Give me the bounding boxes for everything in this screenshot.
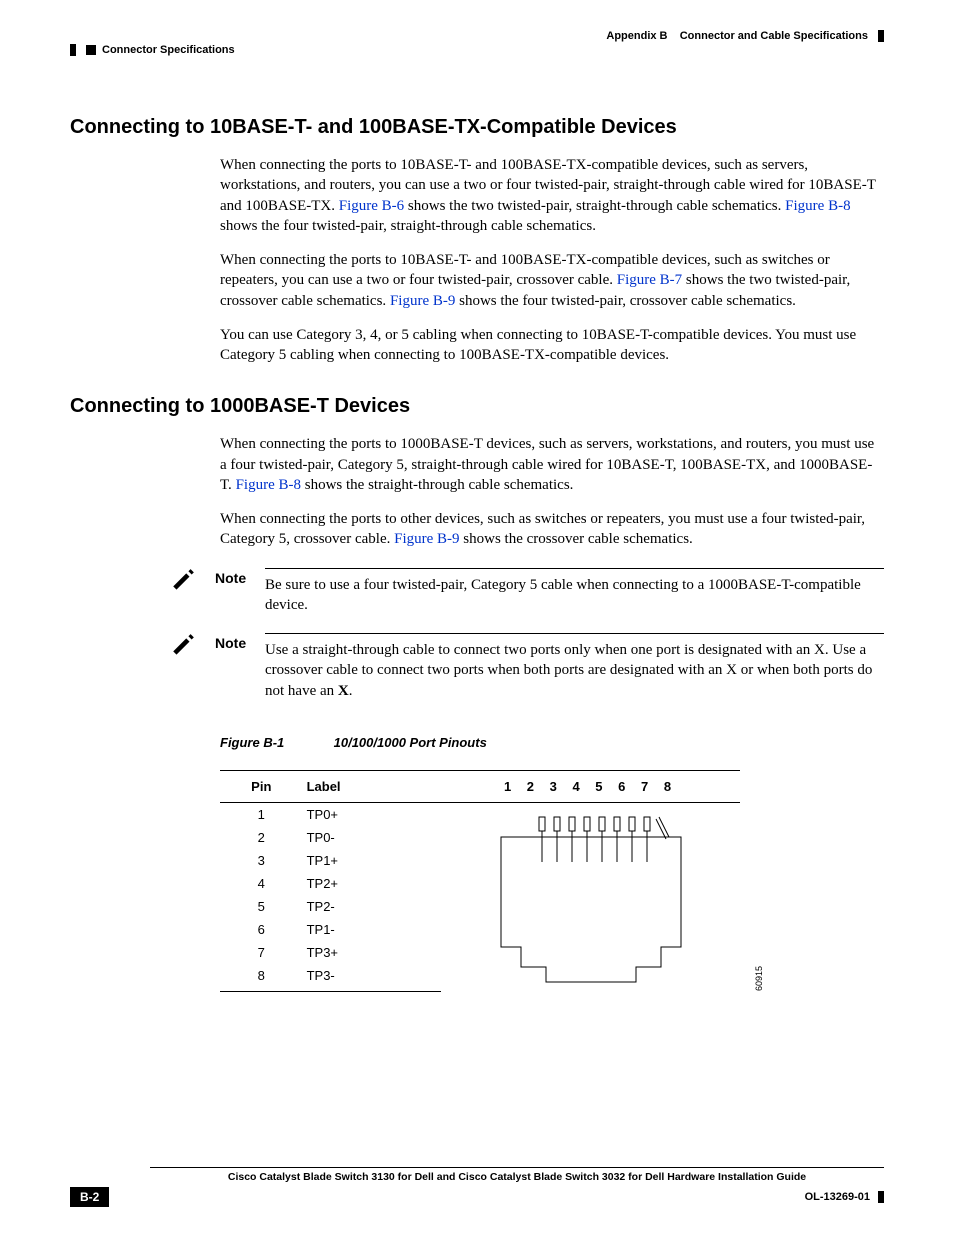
pin-cell: 1 [220, 802, 303, 826]
connector-diagram: 60915 [441, 802, 740, 991]
page-number: B-2 [70, 1187, 109, 1207]
figure-link-b9-2[interactable]: Figure B-9 [394, 531, 459, 547]
pencil-icon [170, 633, 215, 701]
pin-cell: 7 [220, 941, 303, 964]
label-cell: TP3- [303, 964, 441, 992]
pin-cell: 6 [220, 918, 303, 941]
figure-link-b9[interactable]: Figure B-9 [390, 293, 455, 309]
chapter-title: Connector and Cable Specifications [680, 30, 868, 42]
label-cell: TP1- [303, 918, 441, 941]
pencil-icon [170, 568, 215, 616]
body-text-block-2: When connecting the ports to 1000BASE-T … [220, 434, 884, 549]
document-id: OL-13269-01 [805, 1191, 884, 1203]
note-block-2: Note Use a straight-through cable to con… [170, 633, 884, 701]
figure-number: Figure B-1 [220, 735, 330, 750]
pin-cell: 4 [220, 872, 303, 895]
column-header-diagram: 1 2 3 4 5 6 7 8 [441, 770, 740, 802]
label-cell: TP2+ [303, 872, 441, 895]
column-header-label: Label [303, 770, 441, 802]
note-block-1: Note Be sure to use a four twisted-pair,… [170, 568, 884, 616]
figure-title: 10/100/1000 Port Pinouts [334, 735, 487, 750]
paragraph: When connecting the ports to other devic… [220, 509, 884, 550]
pin-cell: 3 [220, 849, 303, 872]
note-label: Note [215, 633, 265, 701]
column-header-pin: Pin [220, 770, 303, 802]
pinout-table: Pin Label 1 2 3 4 5 6 7 8 1TP0+ 609152TP… [220, 770, 740, 992]
label-cell: TP0+ [303, 802, 441, 826]
note-body: Be sure to use a four twisted-pair, Cate… [265, 568, 884, 616]
running-header-right: Appendix B Connector and Cable Specifica… [70, 30, 884, 42]
pin-cell: 5 [220, 895, 303, 918]
body-text-block-1: When connecting the ports to 10BASE-T- a… [220, 155, 884, 365]
section-label: Connector Specifications [102, 44, 235, 56]
figure-link-b7[interactable]: Figure B-7 [617, 272, 682, 288]
label-cell: TP2- [303, 895, 441, 918]
footer-guide-title: Cisco Catalyst Blade Switch 3130 for Del… [150, 1167, 884, 1183]
note-body: Use a straight-through cable to connect … [265, 633, 884, 701]
note-label: Note [215, 568, 265, 616]
appendix-label: Appendix B [606, 30, 667, 42]
running-header-left: Connector Specifications [70, 44, 884, 56]
label-cell: TP0- [303, 826, 441, 849]
pin-cell: 8 [220, 964, 303, 992]
figure-block: Figure B-1 10/100/1000 Port Pinouts Pin … [220, 735, 884, 992]
label-cell: TP1+ [303, 849, 441, 872]
table-row: 1TP0+ 60915 [220, 802, 740, 826]
paragraph: You can use Category 3, 4, or 5 cabling … [220, 325, 884, 366]
figure-link-b8[interactable]: Figure B-8 [785, 198, 850, 214]
figure-link-b8-2[interactable]: Figure B-8 [236, 477, 301, 493]
section-heading-10base: Connecting to 10BASE-T- and 100BASE-TX-C… [70, 116, 884, 139]
paragraph: When connecting the ports to 10BASE-T- a… [220, 155, 884, 236]
paragraph: When connecting the ports to 10BASE-T- a… [220, 250, 884, 311]
paragraph: When connecting the ports to 1000BASE-T … [220, 434, 884, 495]
pin-cell: 2 [220, 826, 303, 849]
figure-link-b6[interactable]: Figure B-6 [339, 198, 404, 214]
label-cell: TP3+ [303, 941, 441, 964]
header-square-icon [86, 45, 96, 55]
figure-caption: Figure B-1 10/100/1000 Port Pinouts [220, 735, 884, 750]
section-heading-1000base: Connecting to 1000BASE-T Devices [70, 395, 884, 418]
page-footer: Cisco Catalyst Blade Switch 3130 for Del… [70, 1167, 884, 1207]
diagram-id: 60915 [754, 966, 764, 991]
